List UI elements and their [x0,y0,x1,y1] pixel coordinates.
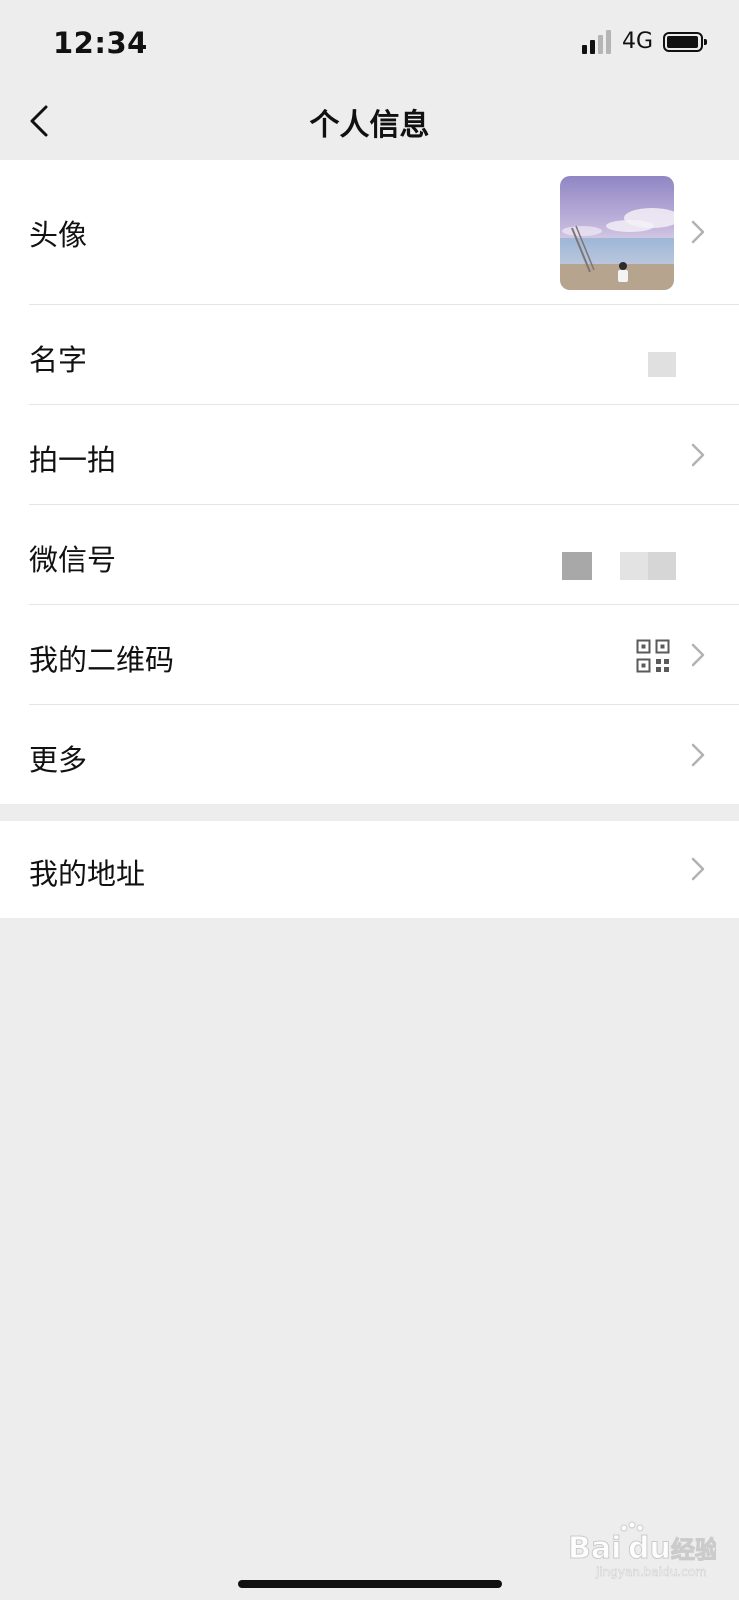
address-row-label: 我的地址 [29,857,146,891]
profile-settings-group: 头像 名字 拍一拍 微信号 我的二维码 更多 [0,160,739,804]
watermark-brand-suffix: du [628,1531,671,1566]
page-title: 个人信息 [309,108,430,143]
status-bar: 12:34 4G [0,0,739,80]
pat-row-label: 拍一拍 [29,443,117,477]
chevron-right-icon [691,743,705,767]
watermark-brand: Bai [568,1531,621,1566]
avatar-row-label: 头像 [29,218,88,252]
name-row-label: 名字 [29,343,88,377]
network-type-label: 4G [622,29,654,54]
chevron-right-icon [691,857,705,881]
chevron-right-icon [691,443,705,467]
nav-bar: 个人信息 [0,80,739,158]
wechat-id-row-label: 微信号 [29,543,117,577]
name-row[interactable]: 名字 [0,305,739,405]
redacted-id-value [620,552,650,580]
wechat-id-row[interactable]: 微信号 [0,505,739,605]
more-row[interactable]: 更多 [0,705,739,804]
signal-icon [582,30,614,54]
avatar-row[interactable]: 头像 [0,160,739,305]
redacted-id-value [648,552,676,580]
pat-row[interactable]: 拍一拍 [0,405,739,505]
qr-code-row-label: 我的二维码 [29,643,175,677]
avatar[interactable] [560,176,674,290]
qr-code-row[interactable]: 我的二维码 [0,605,739,705]
watermark-product: 经验 [671,1536,716,1564]
chevron-right-icon [691,220,705,244]
qr-code-icon [636,639,670,673]
home-indicator[interactable] [238,1580,502,1588]
more-row-label: 更多 [29,743,88,777]
redacted-id-value [562,552,592,580]
redacted-name-value [648,352,676,377]
status-time: 12:34 [53,26,148,60]
address-settings-group: 我的地址 [0,821,739,918]
baidu-jingyan-watermark: Bai du 经验 jingyan.baidu.com [566,1520,720,1580]
watermark-url: jingyan.baidu.com [595,1565,707,1579]
chevron-right-icon [691,643,705,667]
address-row[interactable]: 我的地址 [0,821,739,918]
battery-icon [663,32,707,52]
